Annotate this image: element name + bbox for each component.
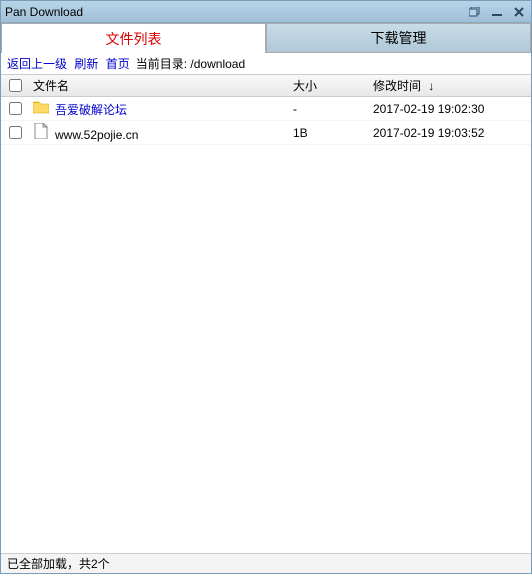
current-dir-label: 当前目录: /download (136, 55, 245, 72)
back-link[interactable]: 返回上一级 (7, 55, 67, 72)
current-dir-path: /download (190, 57, 245, 71)
status-text: 已全部加载，共2个 (7, 555, 110, 572)
file-icon (33, 123, 49, 139)
row-name: www.52pojie.cn (55, 128, 138, 142)
column-header: 文件名 大小 修改时间 ↓ (1, 75, 531, 97)
tab-download-manager[interactable]: 下载管理 (266, 23, 531, 53)
minimize-icon[interactable] (489, 5, 505, 19)
row-time: 2017-02-19 19:03:52 (373, 126, 523, 140)
header-checkbox-cell (9, 79, 33, 92)
header-name[interactable]: 文件名 (33, 77, 293, 94)
restore-icon[interactable] (467, 5, 483, 19)
file-list: 吾爱破解论坛 -2017-02-19 19:02:30 www.52pojie.cn… (1, 97, 531, 553)
row-size: 1B (293, 126, 373, 140)
folder-icon (33, 99, 49, 115)
list-item[interactable]: 吾爱破解论坛 -2017-02-19 19:02:30 (1, 97, 531, 121)
row-name-cell: 吾爱破解论坛 (33, 99, 293, 118)
window-title: Pan Download (5, 5, 467, 19)
row-name-cell: www.52pojie.cn (33, 123, 293, 142)
close-icon[interactable] (511, 5, 527, 19)
statusbar: 已全部加载，共2个 (1, 553, 531, 573)
row-checkbox[interactable] (9, 126, 22, 139)
home-link[interactable]: 首页 (106, 55, 130, 72)
select-all-checkbox[interactable] (9, 79, 22, 92)
titlebar-buttons (467, 5, 527, 19)
header-size[interactable]: 大小 (293, 77, 373, 94)
toolbar: 返回上一级 刷新 首页 当前目录: /download (1, 53, 531, 75)
tabs: 文件列表 下载管理 (1, 23, 531, 53)
row-time: 2017-02-19 19:02:30 (373, 102, 523, 116)
sort-indicator-icon: ↓ (428, 79, 434, 93)
refresh-link[interactable]: 刷新 (74, 55, 98, 72)
header-time[interactable]: 修改时间 ↓ (373, 77, 523, 94)
tab-file-list[interactable]: 文件列表 (1, 23, 266, 53)
titlebar: Pan Download (1, 1, 531, 23)
list-item[interactable]: www.52pojie.cn 1B2017-02-19 19:03:52 (1, 121, 531, 145)
row-checkbox[interactable] (9, 102, 22, 115)
row-size: - (293, 102, 373, 116)
row-name[interactable]: 吾爱破解论坛 (55, 103, 127, 117)
